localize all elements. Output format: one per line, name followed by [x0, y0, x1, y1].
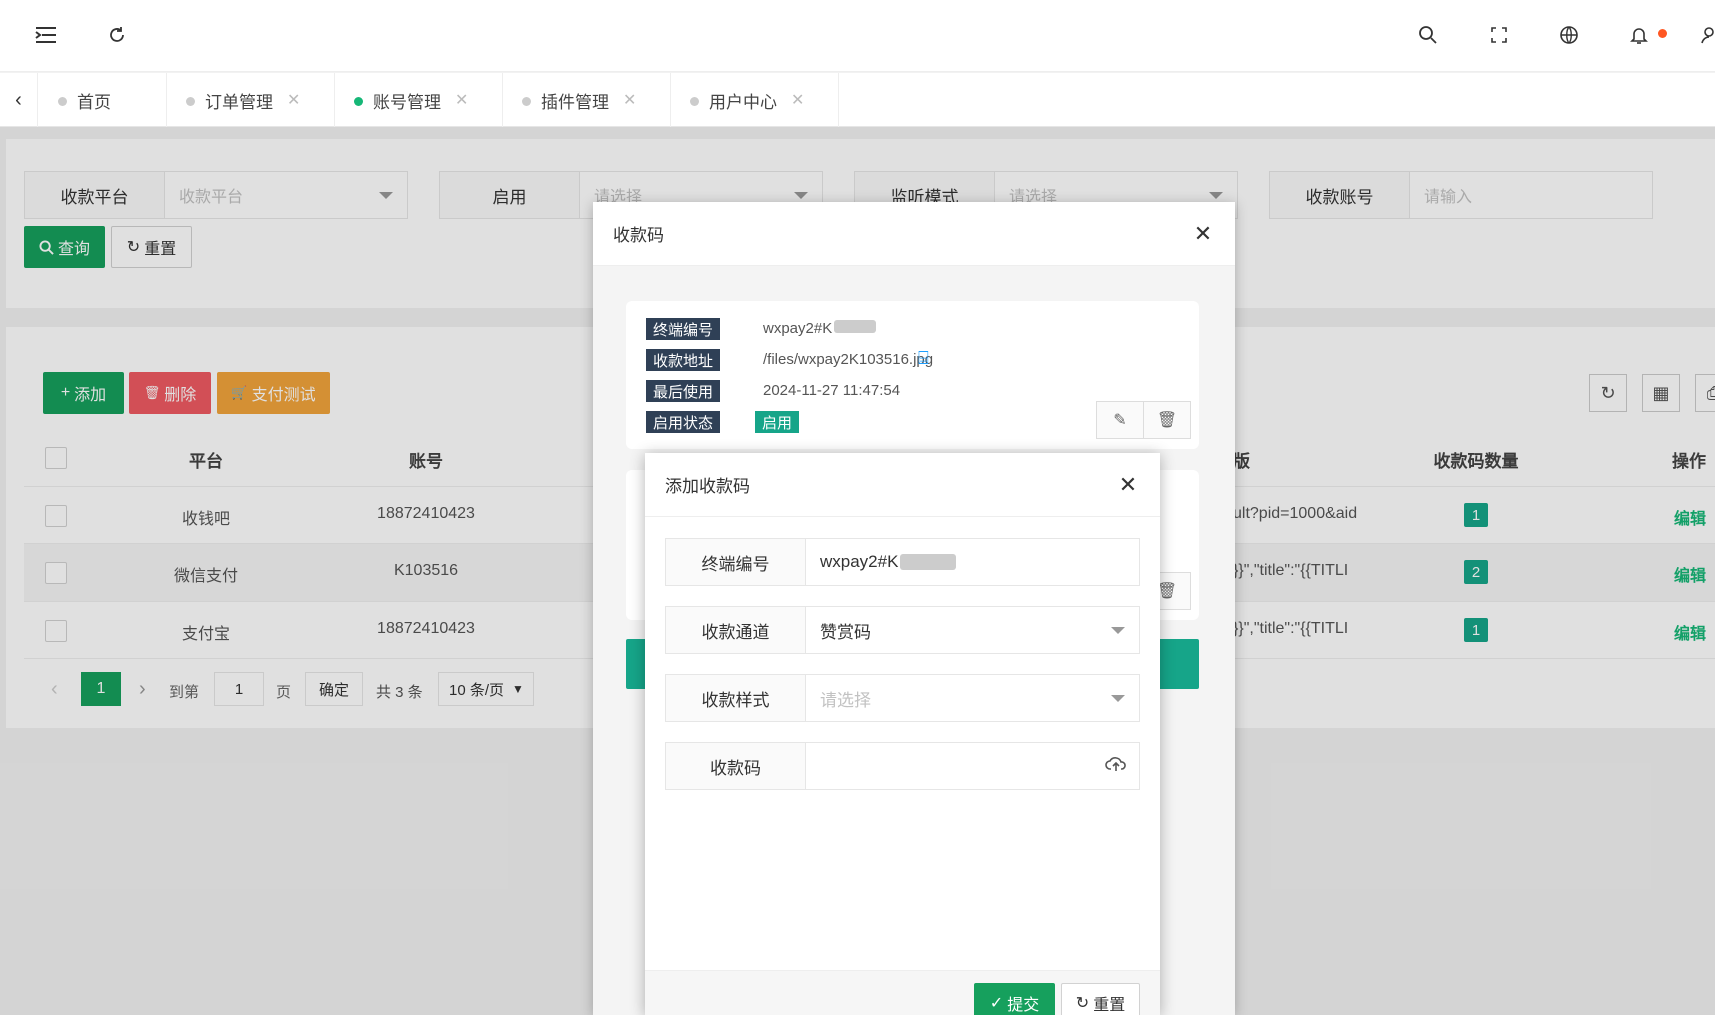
- close-icon[interactable]: ✕: [1116, 472, 1140, 497]
- check-icon: ✓: [989, 995, 1004, 1012]
- tab-label: 插件管理: [541, 92, 609, 112]
- tab-dot: [354, 97, 363, 106]
- add-qr-modal: 添加收款码 ✕ 终端编号 wxpay2#K 收款通道 赞赏码 收款样式 请选择 …: [645, 453, 1160, 1015]
- qr-info-card: 终端编号 wxpay2#K 收款地址 /files/wxpay2K103516.…: [626, 301, 1199, 449]
- tab-plugins[interactable]: 插件管理 ✕: [503, 73, 671, 127]
- tab-bar: ‹ 首页 订单管理 ✕ 账号管理 ✕ 插件管理 ✕ 用户中心 ✕: [0, 73, 1715, 127]
- reset-label: 重置: [1093, 997, 1126, 1014]
- redacted-mask: [834, 320, 877, 333]
- bell-icon[interactable]: [1624, 20, 1654, 50]
- upload-control[interactable]: [806, 743, 1139, 789]
- tab-accounts[interactable]: 账号管理 ✕: [335, 73, 503, 127]
- terminal-field[interactable]: 终端编号 wxpay2#K: [665, 538, 1140, 586]
- style-placeholder: 请选择: [820, 690, 871, 710]
- terminal-text: wxpay2#K: [763, 320, 833, 337]
- submit-button[interactable]: ✓ 提交: [974, 983, 1055, 1015]
- terminal-value: wxpay2#K: [763, 320, 877, 337]
- tab-dot: [58, 97, 67, 106]
- field-label: 收款通道: [666, 607, 806, 653]
- trash-icon[interactable]: 🗑: [1143, 401, 1191, 439]
- tab-prev-icon[interactable]: ‹: [0, 73, 38, 127]
- channel-select[interactable]: 收款通道 赞赏码: [665, 606, 1140, 654]
- channel-value: 赞赏码: [820, 622, 871, 642]
- terminal-input[interactable]: wxpay2#K: [806, 539, 1139, 585]
- last-used-tag: 最后使用: [646, 380, 721, 402]
- close-icon[interactable]: ✕: [1191, 221, 1215, 246]
- tab-label: 账号管理: [373, 92, 441, 112]
- notification-dot: [1658, 29, 1667, 38]
- modal-header: 收款码 ✕: [593, 202, 1235, 266]
- modal-footer: ✓ 提交 ↻ 重置: [645, 970, 1160, 1015]
- edit-icon[interactable]: ✎: [1096, 401, 1144, 439]
- field-label: 终端编号: [666, 539, 806, 585]
- modal-header: 添加收款码 ✕: [645, 453, 1160, 517]
- chevron-down-icon: [1111, 695, 1125, 702]
- status-badge: 启用: [755, 411, 800, 433]
- close-icon[interactable]: ✕: [287, 90, 300, 110]
- select-control[interactable]: 赞赏码: [806, 607, 1139, 653]
- close-icon[interactable]: ✕: [791, 90, 804, 110]
- scan-icon[interactable]: ⌸: [918, 348, 929, 369]
- field-label: 收款码: [666, 743, 806, 789]
- refresh-icon[interactable]: [102, 20, 132, 50]
- search-icon[interactable]: [1413, 20, 1443, 50]
- reset-button[interactable]: ↻ 重置: [1061, 983, 1140, 1015]
- status-tag: 启用状态: [646, 411, 721, 433]
- tab-home[interactable]: 首页: [39, 73, 167, 127]
- tab-user-center[interactable]: 用户中心 ✕: [671, 73, 839, 127]
- fullscreen-icon[interactable]: [1484, 20, 1514, 50]
- qr-upload-field[interactable]: 收款码: [665, 742, 1140, 790]
- globe-icon[interactable]: [1554, 20, 1584, 50]
- tab-dot: [690, 97, 699, 106]
- close-icon[interactable]: ✕: [455, 90, 468, 110]
- menu-icon[interactable]: [31, 20, 61, 50]
- field-label: 收款样式: [666, 675, 806, 721]
- tab-dot: [522, 97, 531, 106]
- select-control[interactable]: 请选择: [806, 675, 1139, 721]
- user-icon[interactable]: [1694, 20, 1715, 50]
- chevron-down-icon: [1111, 627, 1125, 634]
- cloud-upload-icon[interactable]: [1105, 755, 1127, 778]
- redacted-mask: [900, 554, 957, 570]
- url-tag: 收款地址: [646, 349, 721, 371]
- top-header: [0, 0, 1715, 72]
- tab-label: 用户中心: [709, 92, 777, 112]
- tab-orders[interactable]: 订单管理 ✕: [167, 73, 335, 127]
- modal-title: 添加收款码: [665, 477, 750, 496]
- tab-dot: [186, 97, 195, 106]
- tab-label: 订单管理: [205, 92, 273, 112]
- tab-label: 首页: [77, 92, 111, 112]
- terminal-input-value: wxpay2#K: [820, 552, 899, 571]
- submit-label: 提交: [1007, 997, 1040, 1014]
- last-used-value: 2024-11-27 11:47:54: [763, 382, 901, 399]
- url-value: /files/wxpay2K103516.jpg: [763, 351, 934, 368]
- close-icon[interactable]: ✕: [623, 90, 636, 110]
- modal-title: 收款码: [613, 226, 664, 245]
- terminal-tag: 终端编号: [646, 318, 721, 340]
- style-select[interactable]: 收款样式 请选择: [665, 674, 1140, 722]
- refresh-icon: ↻: [1075, 995, 1090, 1012]
